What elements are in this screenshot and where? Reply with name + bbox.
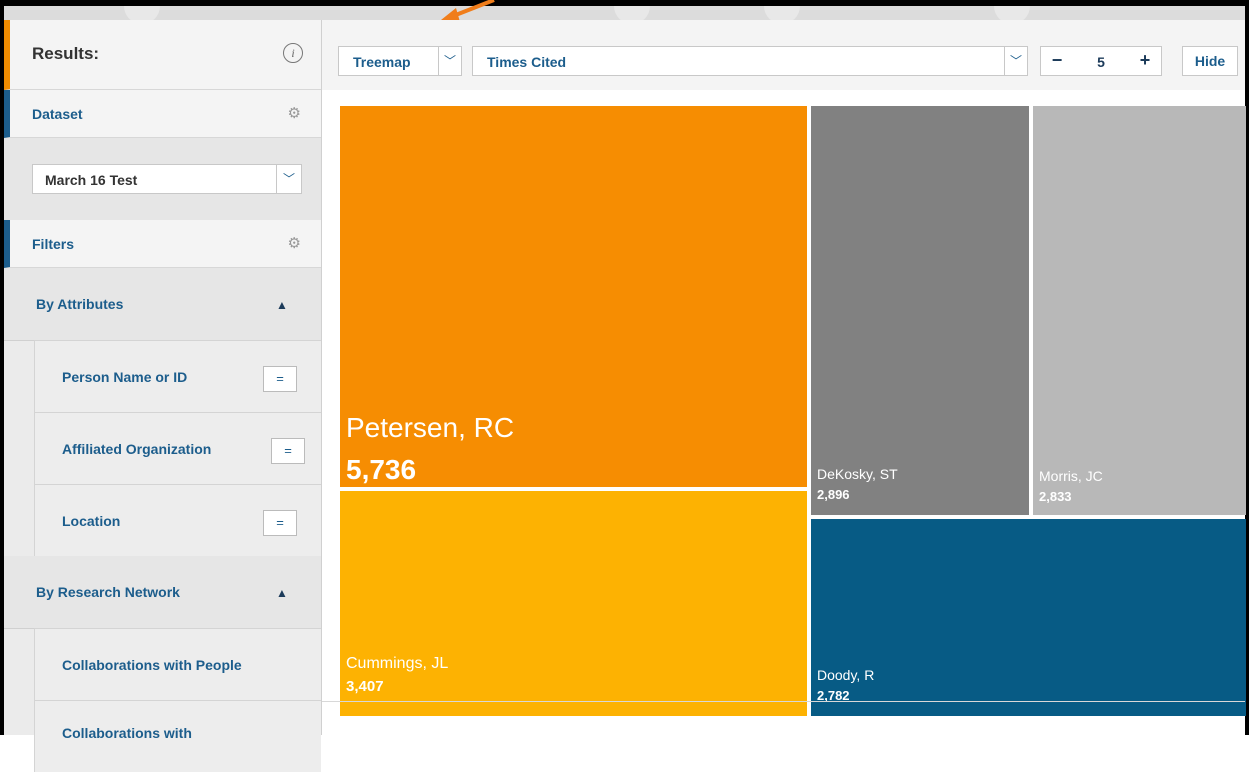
filter-item-collaborations-people[interactable]: Collaborations with People bbox=[34, 628, 321, 700]
equals-operator-button[interactable]: = bbox=[263, 510, 297, 536]
treemap-tile-name: Morris, JC bbox=[1039, 468, 1103, 484]
filter-item-location[interactable]: Location = bbox=[34, 484, 321, 556]
count-stepper[interactable]: − 5 + bbox=[1040, 46, 1162, 76]
chevron-down-icon[interactable]: ﹀ bbox=[1004, 47, 1027, 75]
treemap-tile-name: DeKosky, ST bbox=[817, 466, 898, 482]
treemap-tile[interactable]: DeKosky, ST 2,896 bbox=[811, 106, 1029, 515]
by-research-network-group[interactable]: By Research Network ▲ bbox=[4, 556, 321, 629]
filter-item-affiliated-organization[interactable]: Affiliated Organization = bbox=[34, 412, 321, 484]
plus-icon[interactable]: + bbox=[1129, 47, 1161, 75]
treemap-tile-name: Petersen, RC bbox=[346, 412, 515, 443]
filter-item-label: Affiliated Organization bbox=[62, 441, 212, 457]
gear-icon[interactable]: ⚙ bbox=[288, 104, 301, 122]
equals-operator-button[interactable]: = bbox=[271, 438, 305, 464]
equals-operator-button[interactable]: = bbox=[263, 366, 297, 392]
filter-item-label: Collaborations with bbox=[62, 725, 192, 741]
results-header: Results: i bbox=[4, 20, 321, 90]
dataset-select[interactable]: March 16 Test ﹀ bbox=[32, 164, 302, 194]
dataset-select-value: March 16 Test bbox=[45, 172, 138, 188]
filters-label: Filters bbox=[32, 236, 75, 252]
treemap-tile-value: 2,833 bbox=[1039, 489, 1072, 504]
treemap-tile[interactable]: Cummings, JL 3,407 bbox=[340, 491, 807, 716]
hide-button[interactable]: Hide bbox=[1182, 46, 1238, 76]
collapse-triangle-icon[interactable]: ▲ bbox=[276, 298, 288, 312]
treemap-tile[interactable]: Doody, R 2,782 bbox=[811, 519, 1246, 716]
treemap-tile[interactable]: Morris, JC 2,833 bbox=[1033, 106, 1246, 515]
by-attributes-label: By Attributes bbox=[36, 296, 124, 312]
treemap-tile-name: Doody, R bbox=[817, 667, 875, 683]
filter-item-person-name[interactable]: Person Name or ID = bbox=[34, 340, 321, 412]
by-attributes-group[interactable]: By Attributes ▲ bbox=[4, 268, 321, 341]
filters-header: Filters ⚙ bbox=[4, 220, 321, 268]
dataset-area: March 16 Test ﹀ bbox=[4, 138, 321, 221]
results-label: Results: bbox=[32, 44, 100, 63]
by-research-network-label: By Research Network bbox=[36, 584, 180, 600]
treemap-tile[interactable]: Petersen, RC 5,736 bbox=[340, 106, 807, 487]
treemap-tile-value: 5,736 bbox=[346, 454, 417, 485]
chevron-down-icon[interactable]: ﹀ bbox=[276, 165, 301, 193]
treemap-tile-value: 3,407 bbox=[346, 678, 384, 695]
toolbar: Treemap ﹀ Times Cited ﹀ − 5 + Hide bbox=[322, 20, 1245, 90]
dataset-header: Dataset ⚙ bbox=[4, 90, 321, 138]
treemap-tile-value: 2,896 bbox=[817, 487, 850, 502]
divider bbox=[322, 701, 1245, 702]
filter-item-label: Location bbox=[62, 513, 121, 529]
metric-value: Times Cited bbox=[487, 54, 567, 70]
view-type-value: Treemap bbox=[353, 54, 411, 70]
view-type-select[interactable]: Treemap ﹀ bbox=[338, 46, 462, 76]
sidebar: Results: i Dataset ⚙ March 16 Test ﹀ Fil… bbox=[4, 20, 322, 772]
filter-item-label: Person Name or ID bbox=[62, 369, 188, 385]
treemap-tile-name: Cummings, JL bbox=[346, 655, 449, 672]
count-value[interactable]: 5 bbox=[1081, 54, 1121, 70]
filter-item-label: Collaborations with People bbox=[62, 657, 242, 673]
filter-item-collaborations-with[interactable]: Collaborations with bbox=[34, 700, 321, 772]
collapse-triangle-icon[interactable]: ▲ bbox=[276, 586, 288, 600]
info-icon[interactable]: i bbox=[283, 43, 303, 63]
dataset-label: Dataset bbox=[32, 106, 83, 122]
chevron-down-icon[interactable]: ﹀ bbox=[438, 47, 461, 75]
metric-select[interactable]: Times Cited ﹀ bbox=[472, 46, 1028, 76]
gear-icon[interactable]: ⚙ bbox=[288, 234, 301, 252]
minus-icon[interactable]: − bbox=[1041, 47, 1073, 75]
treemap-chart: Petersen, RC 5,736 Cummings, JL 3,407 DeKosk… bbox=[322, 90, 1246, 716]
